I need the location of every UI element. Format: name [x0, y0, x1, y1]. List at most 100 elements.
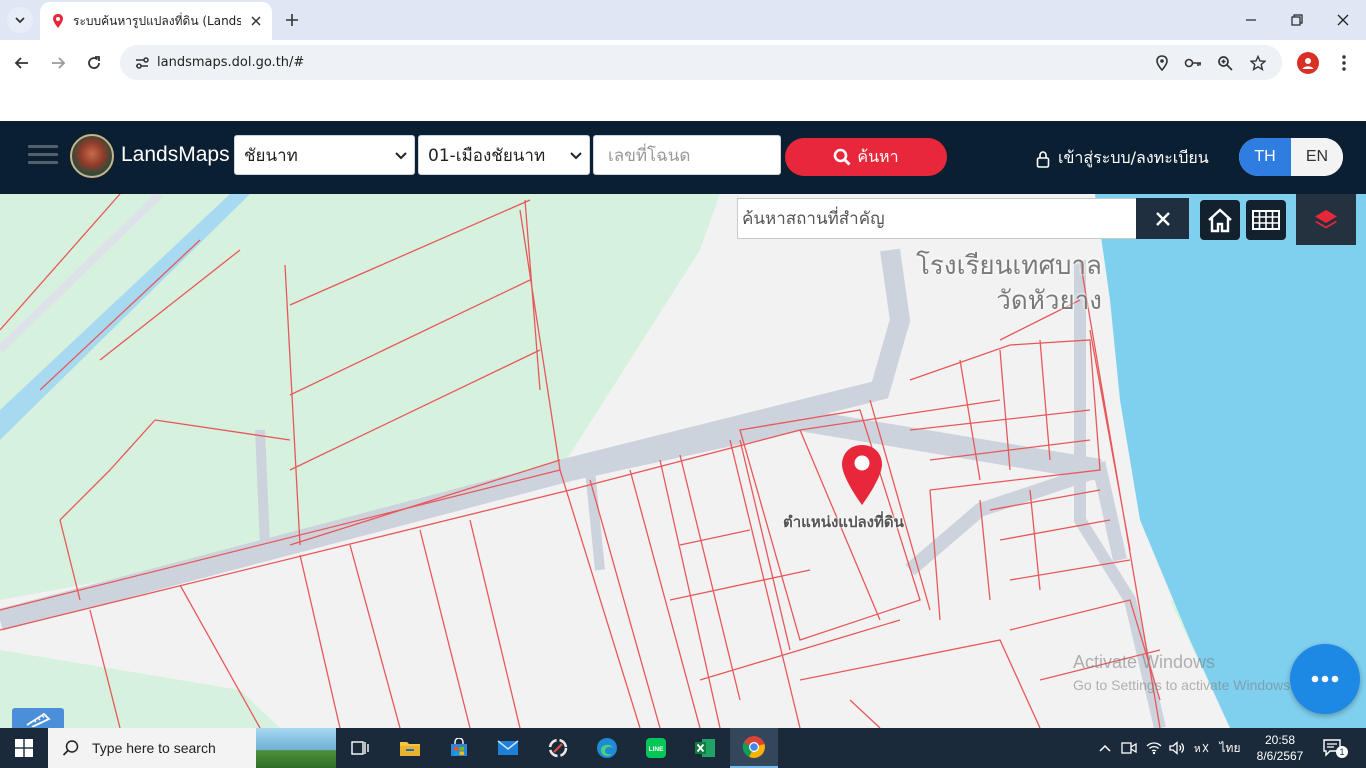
- language-toggle: TH EN: [1239, 138, 1343, 176]
- layers-icon: [1315, 209, 1337, 228]
- bookmark-star-icon[interactable]: [1249, 54, 1267, 72]
- file-explorer-button[interactable]: [386, 728, 434, 768]
- browser-tab-strip: ระบบค้นหารูปแปลงที่ดิน (LandsMap: [0, 0, 1366, 40]
- task-view-icon: [351, 741, 369, 755]
- svg-text:ห: ห: [1194, 744, 1201, 755]
- deed-number-placeholder: เลขที่โฉนด: [608, 145, 691, 166]
- activate-windows-watermark: Activate Windows: [1073, 652, 1216, 672]
- task-view-button[interactable]: [336, 728, 384, 768]
- minimize-icon: [1246, 19, 1256, 21]
- place-search-input[interactable]: ค้นหาสถานที่สำคัญ: [737, 198, 1137, 239]
- school-label-line2: วัดหัวยาง: [996, 286, 1102, 316]
- search-icon: [834, 148, 851, 166]
- forward-button[interactable]: [46, 51, 70, 75]
- windows-logo-icon: [15, 739, 33, 757]
- clear-place-search-button[interactable]: [1136, 198, 1189, 239]
- clock-time: 20:58: [1264, 733, 1296, 747]
- login-label: เข้าสู่ระบบ/ลงทะเบียน: [1058, 148, 1209, 167]
- snipping-tool-icon: [548, 738, 568, 758]
- map-canvas[interactable]: โรงเรียนเทศบาล วัดหัวยาง: [0, 194, 1366, 728]
- parcel-location-label: ตำแหน่งแปลงที่ดิน: [783, 513, 904, 531]
- place-search-placeholder: ค้นหาสถานที่สำคัญ: [742, 209, 885, 229]
- lang-th-button[interactable]: TH: [1239, 138, 1291, 176]
- province-select[interactable]: ชัยนาท: [234, 135, 415, 175]
- login-register-link[interactable]: เข้าสู่ระบบ/ลงทะเบียน: [1036, 146, 1209, 171]
- deed-number-input[interactable]: เลขที่โฉนด: [593, 135, 781, 175]
- district-select[interactable]: 01-เมืองชัยนาท: [418, 135, 590, 175]
- hamburger-menu-icon[interactable]: [28, 142, 58, 168]
- search-button-label: ค้นหา: [857, 146, 899, 166]
- site-settings-icon[interactable]: [134, 55, 150, 71]
- lock-icon: [1036, 150, 1050, 168]
- arrow-left-icon: [14, 57, 28, 69]
- volume-icon[interactable]: [1168, 739, 1186, 757]
- line-button[interactable]: LINE: [632, 728, 680, 768]
- taskbar-search-box[interactable]: Type here to search: [48, 728, 336, 768]
- windows-taskbar: Type here to search LINE ห ไทย 20:58 8/6…: [0, 728, 1366, 768]
- close-icon: [1337, 14, 1349, 26]
- back-button[interactable]: [10, 51, 34, 75]
- close-icon: [1155, 211, 1170, 226]
- edge-button[interactable]: [583, 728, 631, 768]
- input-indicator-icon[interactable]: ห: [1192, 739, 1210, 757]
- reload-icon: [88, 56, 100, 69]
- chevron-down-icon: [395, 152, 407, 160]
- new-tab-button[interactable]: [282, 10, 302, 30]
- grid-toggle-button[interactable]: [1246, 200, 1286, 240]
- snipping-tool-button[interactable]: [534, 728, 582, 768]
- location-icon[interactable]: [1153, 54, 1171, 72]
- browser-menu-button[interactable]: [1334, 52, 1354, 74]
- chevron-down-icon: [570, 152, 582, 160]
- tab-search-button[interactable]: [7, 7, 33, 33]
- svg-text:LINE: LINE: [649, 746, 664, 753]
- chrome-button[interactable]: [730, 728, 778, 768]
- activate-windows-subtext: Go to Settings to activate Windows.: [1073, 677, 1294, 693]
- show-hidden-icons-button[interactable]: [1096, 739, 1114, 757]
- url-text: landsmaps.dol.go.th/#: [157, 55, 305, 70]
- person-icon: [1302, 58, 1314, 69]
- profile-avatar[interactable]: [1297, 52, 1319, 74]
- chrome-icon: [742, 736, 765, 758]
- chevron-down-icon: [15, 17, 25, 24]
- language-indicator[interactable]: ไทย: [1216, 739, 1244, 757]
- notification-center-button[interactable]: 1: [1322, 738, 1348, 758]
- password-key-icon[interactable]: [1184, 54, 1202, 72]
- notification-count-badge: 1: [1336, 746, 1348, 758]
- search-button[interactable]: ค้นหา: [785, 138, 947, 176]
- parcel-location-pin-icon[interactable]: [840, 444, 884, 506]
- home-view-button[interactable]: [1200, 200, 1240, 240]
- map-pin-favicon-icon: [53, 14, 63, 28]
- department-of-lands-logo: [70, 134, 114, 178]
- grid-icon: [1252, 210, 1280, 230]
- microsoft-store-button[interactable]: [435, 728, 483, 768]
- restore-icon: [1291, 14, 1303, 26]
- meet-now-icon[interactable]: [1120, 739, 1138, 757]
- excel-button[interactable]: [681, 728, 729, 768]
- taskbar-clock[interactable]: 20:58 8/6/2567: [1250, 732, 1310, 764]
- more-horizontal-icon: [1311, 675, 1339, 683]
- reload-button[interactable]: [82, 51, 106, 75]
- more-vertical-icon: [1342, 55, 1346, 71]
- cadastral-map: [0, 194, 1366, 728]
- lang-en-button[interactable]: EN: [1291, 138, 1343, 176]
- taskbar-search-placeholder: Type here to search: [92, 740, 216, 756]
- close-tab-icon[interactable]: [248, 13, 264, 29]
- province-value: ชัยนาท: [244, 145, 298, 166]
- more-options-fab[interactable]: [1290, 644, 1360, 714]
- wifi-icon[interactable]: [1145, 739, 1163, 757]
- start-button[interactable]: [0, 728, 48, 768]
- address-bar[interactable]: landsmaps.dol.go.th/#: [120, 45, 1282, 80]
- home-icon: [1208, 208, 1232, 233]
- restore-button[interactable]: [1285, 8, 1309, 32]
- ruler-icon: [26, 712, 51, 727]
- school-label-line1: โรงเรียนเทศบาล: [915, 251, 1102, 281]
- zoom-icon[interactable]: [1216, 54, 1234, 72]
- line-icon: LINE: [646, 738, 666, 758]
- edge-icon: [597, 738, 617, 758]
- mail-button[interactable]: [484, 728, 532, 768]
- browser-tab-active[interactable]: ระบบค้นหารูปแปลงที่ดิน (LandsMap: [40, 2, 272, 40]
- layers-button[interactable]: [1296, 194, 1356, 245]
- measure-tool-button[interactable]: [12, 708, 64, 730]
- minimize-button[interactable]: [1239, 8, 1263, 32]
- close-window-button[interactable]: [1331, 8, 1355, 32]
